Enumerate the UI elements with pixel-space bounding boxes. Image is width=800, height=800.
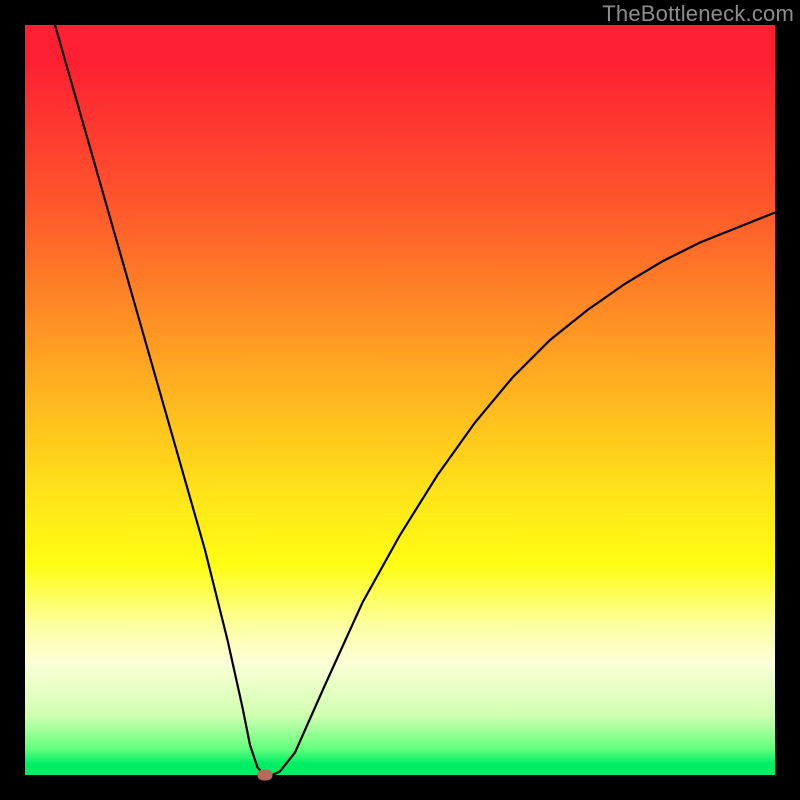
gradient-plot-area xyxy=(25,25,775,775)
minimum-marker xyxy=(258,770,273,781)
stage: TheBottleneck.com xyxy=(0,0,800,800)
watermark-text: TheBottleneck.com xyxy=(602,1,794,27)
bottleneck-curve-svg xyxy=(25,25,775,775)
bottleneck-curve-path xyxy=(55,25,775,775)
